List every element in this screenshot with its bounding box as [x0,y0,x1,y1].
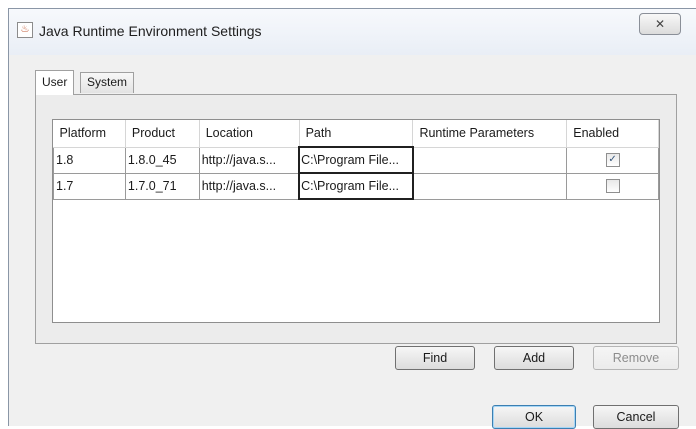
column-header-platform[interactable]: Platform [53,120,126,148]
find-button[interactable]: Find [395,346,475,370]
tab-user[interactable]: User [35,70,75,95]
cell-platform[interactable]: 1.7 [53,172,126,200]
cell-path[interactable]: C:\Program File... [298,172,414,200]
jre-table: Platform Product Location Path Runtime P… [52,119,660,323]
table-row[interactable]: 1.8 1.8.0_45 http://java.s... C:\Program… [53,146,659,174]
enabled-checkbox[interactable]: ✓ [605,153,620,168]
remove-button[interactable]: Remove [593,346,679,370]
column-header-path[interactable]: Path [299,120,414,148]
close-button[interactable]: ✕ [639,13,681,35]
cell-platform[interactable]: 1.8 [53,146,126,174]
column-header-location[interactable]: Location [199,120,300,148]
java-cup-icon: ♨ [17,22,33,38]
cell-enabled [566,172,659,200]
cancel-button[interactable]: Cancel [593,405,679,429]
jre-settings-dialog: ♨ Java Runtime Environment Settings ✕ Us… [8,8,696,429]
column-header-runtime-parameters[interactable]: Runtime Parameters [412,120,568,148]
cell-path[interactable]: C:\Program File... [298,146,414,174]
cell-product[interactable]: 1.8.0_45 [124,146,200,174]
table-row[interactable]: 1.7 1.7.0_71 http://java.s... C:\Program… [53,172,659,200]
cell-enabled: ✓ [566,146,659,174]
tab-system[interactable]: System [80,72,135,93]
jre-table-grid: Platform Product Location Path Runtime P… [53,120,659,200]
cell-location[interactable]: http://java.s... [198,172,300,200]
cell-runtime-parameters[interactable] [412,172,568,200]
add-button[interactable]: Add [494,346,574,370]
ok-button[interactable]: OK [492,405,576,429]
user-tab-panel: Platform Product Location Path Runtime P… [35,94,677,344]
table-header-row: Platform Product Location Path Runtime P… [53,120,659,148]
cell-runtime-parameters[interactable] [412,146,568,174]
column-header-enabled[interactable]: Enabled [566,120,659,148]
cell-location[interactable]: http://java.s... [198,146,300,174]
enabled-checkbox[interactable] [605,179,620,194]
title-bar: ♨ Java Runtime Environment Settings ✕ [9,9,696,55]
cell-product[interactable]: 1.7.0_71 [124,172,200,200]
window-title: Java Runtime Environment Settings [39,23,262,39]
column-header-product[interactable]: Product [125,120,200,148]
